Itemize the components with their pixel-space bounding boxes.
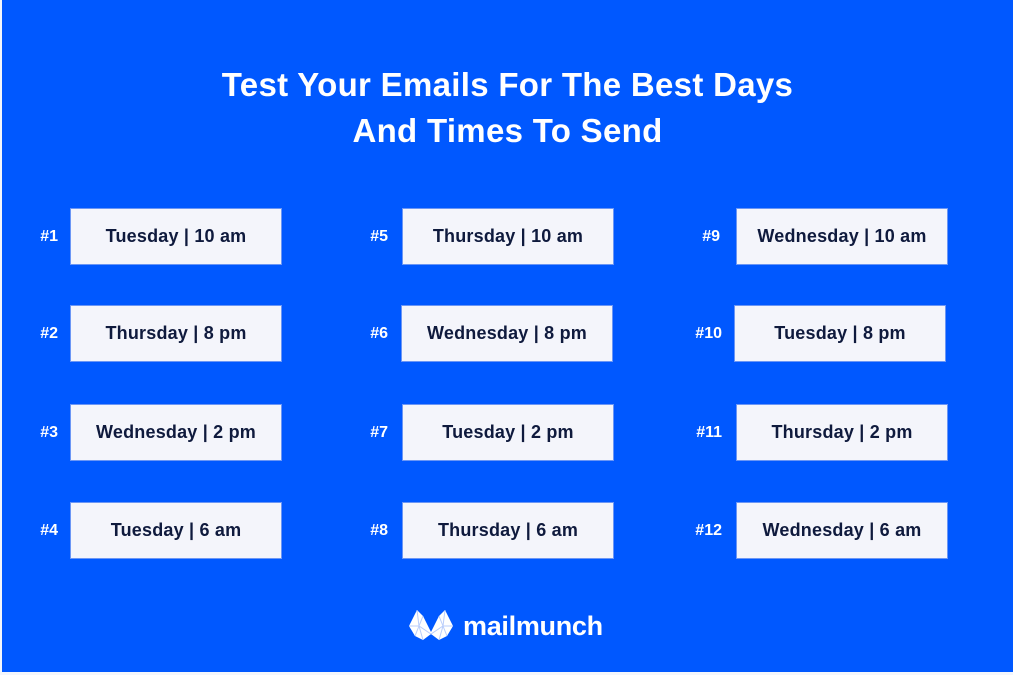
ranking-box: Wednesday | 6 am: [736, 502, 948, 559]
page-title: Test Your Emails For The Best Days And T…: [2, 62, 1013, 154]
rank-label: #1: [40, 228, 58, 245]
ranking-box: Tuesday | 8 pm: [734, 305, 946, 362]
ranking-box: Thursday | 2 pm: [736, 404, 948, 461]
rank-label: #9: [702, 228, 720, 245]
ranking-box: Wednesday | 10 am: [736, 208, 948, 265]
brand-name: mailmunch: [463, 611, 603, 641]
rank-label: #2: [40, 325, 58, 342]
ranking-box: Thursday | 10 am: [402, 208, 614, 265]
infographic-canvas: Test Your Emails For The Best Days And T…: [2, 0, 1013, 672]
ranking-box: Tuesday | 6 am: [70, 502, 282, 559]
ranking-box: Thursday | 8 pm: [70, 305, 282, 362]
ranking-box: Tuesday | 10 am: [70, 208, 282, 265]
ranking-box: Wednesday | 2 pm: [70, 404, 282, 461]
mailmunch-logo: mailmunch: [407, 606, 603, 647]
mailmunch-m-logo-icon: [407, 606, 455, 647]
rank-label: #8: [370, 522, 388, 539]
rank-label: #11: [696, 424, 722, 441]
rank-label: #7: [370, 424, 388, 441]
ranking-box: Tuesday | 2 pm: [402, 404, 614, 461]
rank-label: #10: [695, 325, 722, 342]
rank-label: #12: [695, 522, 722, 539]
rank-label: #4: [40, 522, 58, 539]
title-line-2: And Times To Send: [352, 112, 663, 149]
rank-label: #6: [370, 325, 388, 342]
rank-label: #3: [40, 424, 58, 441]
ranking-box: Wednesday | 8 pm: [401, 305, 613, 362]
ranking-box: Thursday | 6 am: [402, 502, 614, 559]
rank-label: #5: [370, 228, 388, 245]
title-line-1: Test Your Emails For The Best Days: [221, 66, 794, 103]
